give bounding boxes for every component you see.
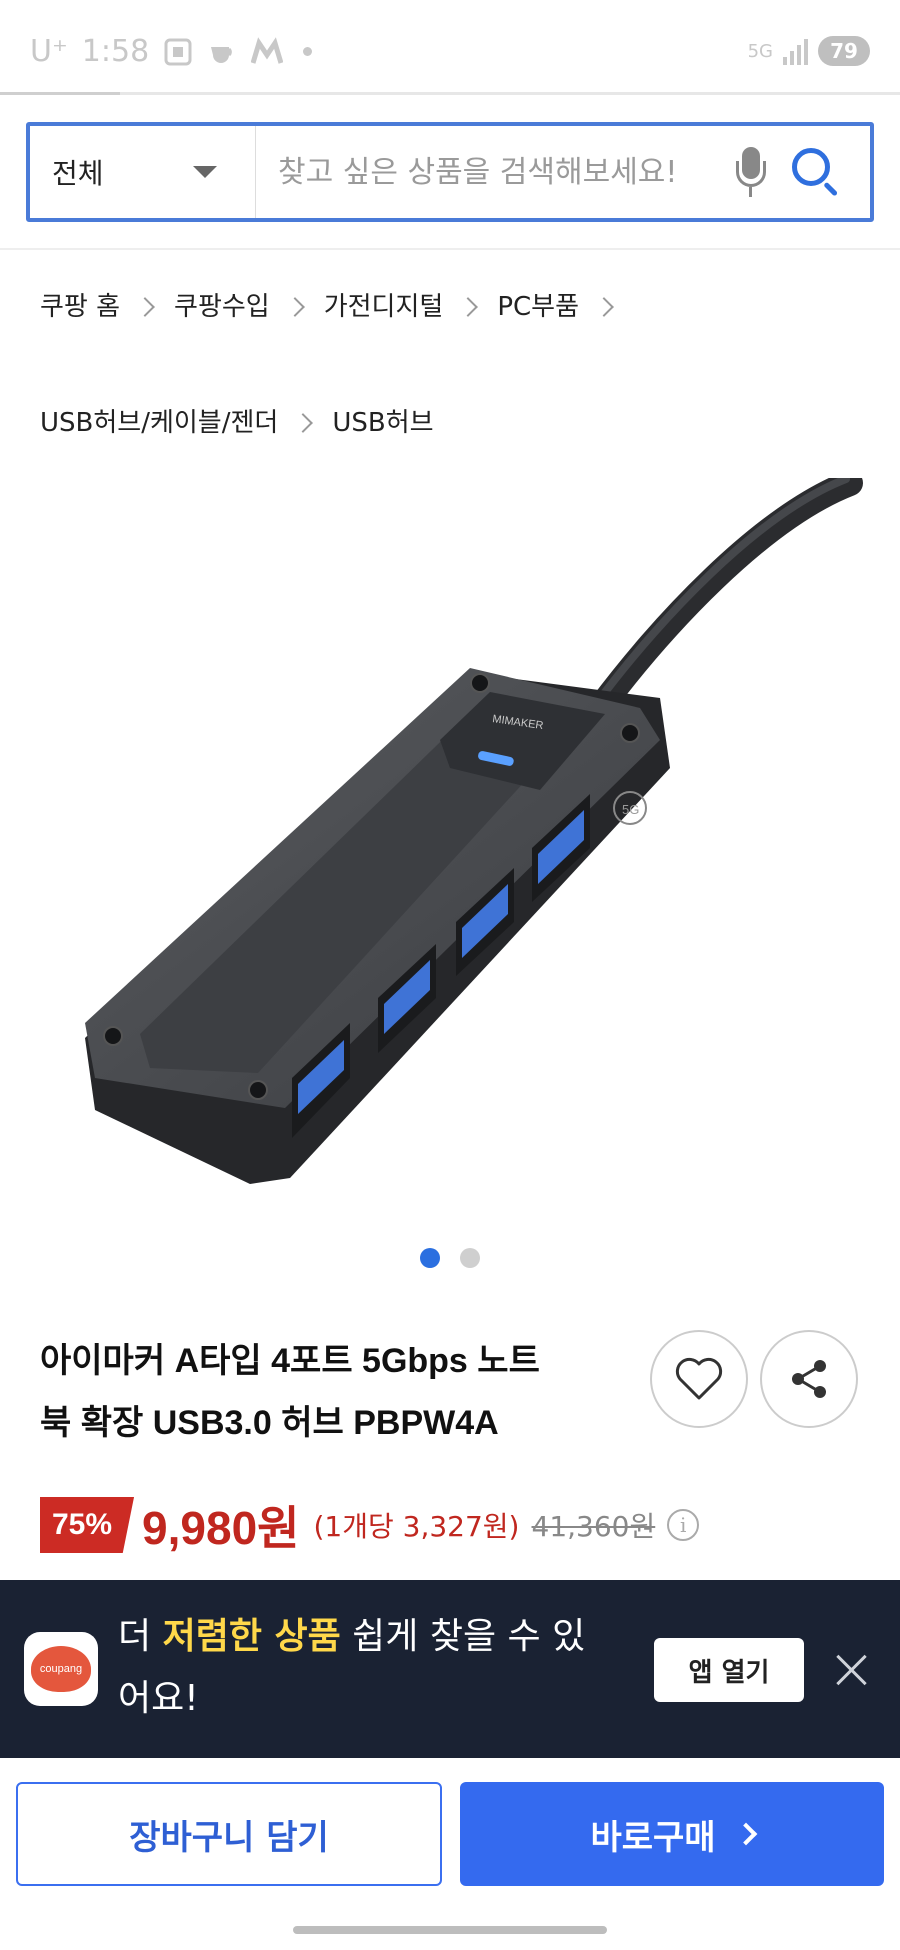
screenshot-icon	[164, 38, 192, 65]
search-category-label: 전체	[52, 157, 104, 190]
sale-price: 9,980원	[142, 1502, 300, 1554]
buy-now-label: 바로구매	[590, 1817, 716, 1858]
pager-dot[interactable]	[420, 1248, 440, 1268]
coupang-logo-text: coupang	[31, 1646, 91, 1692]
breadcrumb-row: USB허브/케이블/젠더 USB허브	[40, 398, 870, 448]
open-app-button[interactable]: 앱 열기	[654, 1638, 804, 1702]
chevron-right-icon	[284, 297, 305, 317]
chevron-down-icon	[193, 166, 217, 178]
battery-indicator: 79	[818, 36, 870, 66]
image-pager	[0, 1248, 900, 1268]
add-to-cart-button[interactable]: 장바구니 담기	[16, 1782, 442, 1886]
page-load-progress	[0, 92, 900, 95]
carrier-label: U⁺	[30, 34, 68, 69]
divider	[0, 248, 900, 250]
close-icon[interactable]	[832, 1650, 872, 1690]
notification-dot	[303, 47, 313, 56]
home-indicator[interactable]	[293, 1926, 607, 1934]
breadcrumb-item-pc-parts[interactable]: PC부품	[497, 249, 579, 365]
breadcrumb-row: 쿠팡 홈 쿠팡수입 가전디지털 PC부품	[40, 282, 870, 332]
breadcrumb-item-home[interactable]: 쿠팡 홈	[40, 249, 120, 365]
cup-icon	[211, 46, 232, 63]
page-load-progress-fill	[0, 92, 120, 95]
breadcrumb-item-import[interactable]: 쿠팡수입	[174, 249, 270, 365]
m-app-icon	[251, 36, 284, 64]
banner-message: 더 저렴한 상품 쉽게 찾을 수 있어요!	[118, 1606, 618, 1730]
banner-message-highlight: 저렴한 상품	[162, 1616, 341, 1657]
breadcrumb-item-electronics[interactable]: 가전디지털	[324, 249, 444, 365]
wishlist-button[interactable]	[650, 1330, 748, 1428]
network-label: 5G	[747, 40, 773, 62]
pager-dot[interactable]	[460, 1248, 480, 1268]
share-icon	[792, 1360, 826, 1398]
usb-hub-illustration: MIMAKER 5G	[85, 470, 863, 1184]
signal-icon	[783, 37, 808, 65]
product-title-line: 북 확장 USB3.0 허브 PBPW4A	[40, 1404, 499, 1442]
product-title-line: 아이마커 A타입 4포트 5Gbps 노트	[40, 1342, 540, 1380]
chevron-right-icon	[135, 297, 155, 317]
chevron-right-icon	[734, 1822, 757, 1846]
breadcrumb-item-usb-hub[interactable]: USB허브	[332, 365, 433, 481]
search-category-select[interactable]: 전체	[30, 126, 256, 218]
chevron-right-icon	[594, 297, 614, 317]
status-left: U⁺ 1:58	[30, 34, 313, 69]
product-image[interactable]: MIMAKER 5G	[0, 470, 900, 1238]
status-right: 5G 79	[748, 36, 870, 66]
original-price: 41,360원	[531, 1510, 656, 1543]
search-bar: 전체	[26, 122, 874, 222]
info-icon[interactable]: i	[667, 1509, 700, 1541]
app-install-banner: coupang 더 저렴한 상품 쉽게 찾을 수 있어요! 앱 열기	[0, 1580, 900, 1758]
breadcrumb-item-usb-cables[interactable]: USB허브/케이블/젠더	[40, 365, 278, 481]
buy-now-button[interactable]: 바로구매	[460, 1782, 884, 1886]
share-button[interactable]	[760, 1330, 858, 1428]
chevron-right-icon	[293, 413, 314, 433]
coupang-logo: coupang	[24, 1632, 98, 1706]
banner-message-pre: 더	[118, 1616, 163, 1657]
product-title: 아이마커 A타입 4포트 5Gbps 노트 북 확장 USB3.0 허브 PBP…	[40, 1330, 600, 1454]
microphone-icon[interactable]	[736, 147, 766, 197]
status-bar: U⁺ 1:58 5G 79	[0, 0, 900, 95]
heart-icon	[675, 1357, 723, 1400]
unit-price: (1개당 3,327원)	[313, 1510, 520, 1543]
chevron-right-icon	[458, 297, 479, 317]
add-to-cart-label: 장바구니 담기	[129, 1817, 329, 1858]
badge-label: 5G	[622, 802, 639, 817]
search-input[interactable]	[256, 126, 736, 218]
clock: 1:58	[81, 34, 150, 69]
search-icon[interactable]	[792, 148, 840, 197]
price-row: 75% 9,980원 (1개당 3,327원) 41,360원 i	[40, 1492, 700, 1558]
discount-badge: 75%	[40, 1497, 135, 1553]
